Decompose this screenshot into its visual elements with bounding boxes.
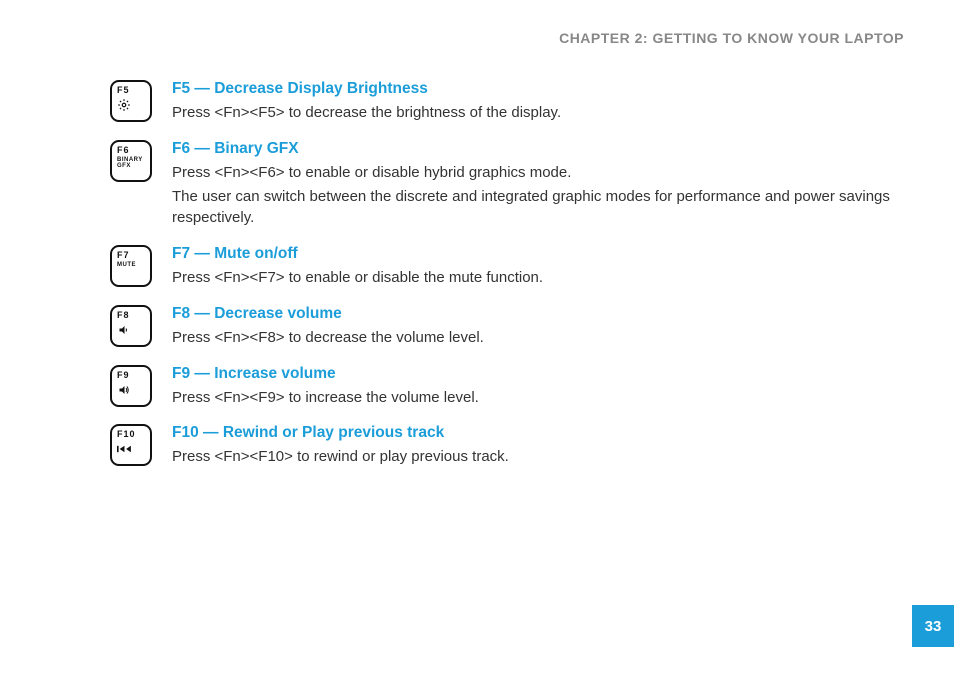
key-description: Press <Fn><F10> to rewind or play previo… <box>172 446 904 468</box>
key-description-row: F6 BINARY GFX F6 — Binary GFX Press <Fn><F6… <box>110 140 904 231</box>
key-description: Press <Fn><F7> to enable or disable the … <box>172 267 904 289</box>
keycap-sublabel: MUTE <box>117 262 136 268</box>
keycap-label: F7 <box>117 251 130 260</box>
key-title: F8 — Decrease volume <box>172 305 904 323</box>
keycap-label: F6 <box>117 146 130 155</box>
key-text: F8 — Decrease volume Press <Fn><F8> to de… <box>172 305 904 351</box>
key-text: F6 — Binary GFX Press <Fn><F6> to enable … <box>172 140 904 231</box>
key-text: F5 — Decrease Display Brightness Press <F… <box>172 80 904 126</box>
key-description-row: F10 F10 — Rewind or Play previous track Pr… <box>110 424 904 470</box>
keycap: F10 <box>110 424 152 466</box>
key-title: F9 — Increase volume <box>172 365 904 383</box>
key-title: F5 — Decrease Display Brightness <box>172 80 904 98</box>
key-text: F7 — Mute on/off Press <Fn><F7> to enable… <box>172 245 904 291</box>
key-title: F6 — Binary GFX <box>172 140 904 158</box>
key-title: F7 — Mute on/off <box>172 245 904 263</box>
keycap: F8 <box>110 305 152 347</box>
keycap-label: F10 <box>117 430 136 439</box>
key-description: Press <Fn><F8> to decrease the volume le… <box>172 327 904 349</box>
key-text: F9 — Increase volume Press <Fn><F9> to in… <box>172 365 904 411</box>
keycap: F7 MUTE <box>110 245 152 287</box>
keycap: F6 BINARY GFX <box>110 140 152 182</box>
key-description: Press <Fn><F5> to decrease the brightnes… <box>172 102 904 124</box>
page-number-badge: 33 <box>912 605 954 647</box>
chapter-header: CHAPTER 2: GETTING TO KNOW YOUR LAPTOP <box>559 30 904 46</box>
keycap: F5 ▾ <box>110 80 152 122</box>
vol-down-icon <box>117 323 131 337</box>
keycap-label: F5 <box>117 86 130 95</box>
key-description: The user can switch between the discrete… <box>172 186 904 230</box>
keycap-sublabel: BINARY GFX <box>117 157 146 169</box>
key-description-row: F5 ▾ F5 — Decrease Display Brightness Press… <box>110 80 904 126</box>
key-description-row: F7 MUTE F7 — Mute on/off Press <Fn><F7> to … <box>110 245 904 291</box>
keycap-label: F9 <box>117 371 130 380</box>
content-area: F5 ▾ F5 — Decrease Display Brightness Press… <box>110 80 904 484</box>
key-description: Press <Fn><F9> to increase the volume le… <box>172 387 904 409</box>
keycap: F9 <box>110 365 152 407</box>
key-description-row: F8 F8 — Decrease volume Press <Fn><F8> to … <box>110 305 904 351</box>
key-title: F10 — Rewind or Play previous track <box>172 424 904 442</box>
key-description: Press <Fn><F6> to enable or disable hybr… <box>172 162 904 184</box>
prev-track-icon <box>117 442 133 456</box>
key-text: F10 — Rewind or Play previous track Press… <box>172 424 904 470</box>
key-description-row: F9 F9 — Increase volume Press <Fn><F9> to … <box>110 365 904 411</box>
vol-up-icon <box>117 383 131 397</box>
keycap-label: F8 <box>117 311 130 320</box>
brightness-down-icon: ▾ <box>117 98 131 112</box>
